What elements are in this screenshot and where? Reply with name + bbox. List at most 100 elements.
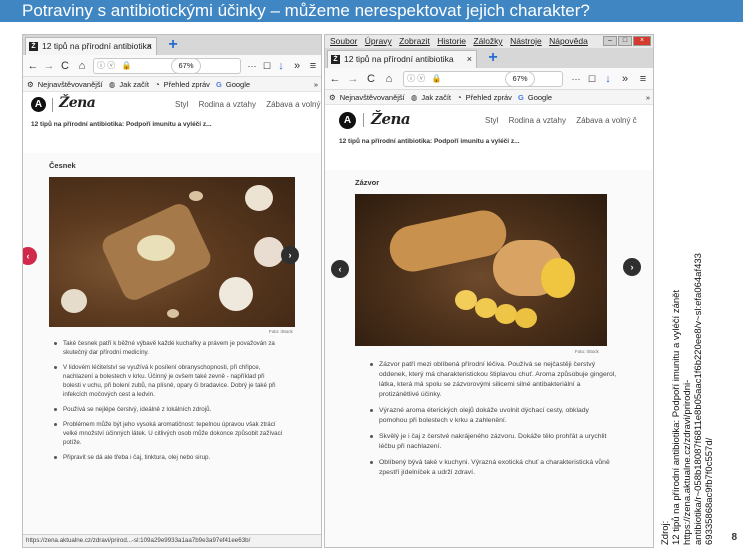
home-icon[interactable]: ⌂ [75, 58, 89, 74]
aktualne-logo[interactable]: A [31, 97, 46, 112]
gear-icon: ⚙ [329, 93, 336, 102]
list-item: Problémem může být jeho vysoká aromatičn… [53, 420, 283, 447]
menu-nastroje[interactable]: Nástroje [510, 35, 542, 48]
tab-favicon-icon: Ž [29, 42, 38, 51]
lock-icon: 🔒 [431, 74, 442, 83]
nav-rodina[interactable]: Rodina a vztahy [199, 100, 256, 109]
nav-zabava[interactable]: Zábava a volný č [576, 116, 636, 125]
pocket-icon[interactable]: ☐ [261, 58, 273, 74]
bookmark-google[interactable]: Google [226, 80, 250, 89]
nav-rodina[interactable]: Rodina a vztahy [509, 116, 566, 125]
navigation-bar: ← → C ⌂ ⓘ ⓥ 🔒 67% ··· ☐ ↓ » ≡ [325, 68, 653, 90]
garlic-bulb [219, 277, 253, 311]
aktualne-logo[interactable]: A [339, 112, 356, 129]
list-item: Oblíbený bývá také v kuchyni. Výrazná ex… [369, 458, 617, 478]
pocket-icon[interactable]: ☐ [586, 71, 598, 87]
ginger-slice [515, 308, 537, 328]
address-bar[interactable]: ⓘ ⓥ 🔒 [403, 71, 563, 87]
gallery-item-title: Zázvor [355, 178, 380, 187]
rss-icon: ◔ [457, 93, 462, 102]
download-icon[interactable]: ↓ [275, 58, 287, 74]
zena-logo[interactable]: Žena [59, 95, 96, 111]
new-tab-button[interactable]: + [163, 35, 183, 55]
menu-bar: Soubor Úpravy Zobrazit Historie Záložky … [325, 35, 653, 48]
site-header: A Žena Styl Rodina a vztahy Zábava a vol… [23, 92, 321, 118]
gallery-item-title: Česnek [49, 161, 76, 170]
menu-soubor[interactable]: Soubor [330, 35, 357, 48]
bookmark-most-visited[interactable]: Nejnavštěvovanější [38, 80, 103, 89]
zoom-level[interactable]: 67% [171, 58, 201, 74]
tab-close-icon[interactable]: × [147, 38, 152, 55]
tab-label: 12 tipů na přírodní antibiotika [344, 54, 454, 64]
back-icon[interactable]: ← [328, 71, 342, 87]
ginger-slice [495, 304, 517, 324]
menu-icon[interactable]: ≡ [307, 58, 319, 74]
bookmark-getting-started[interactable]: Jak začít [119, 80, 149, 89]
source-line: 69335868ac9fb7f0c557d/ [704, 437, 715, 545]
article-breadcrumb[interactable]: 12 tipů na přírodní antibiotika: Podpoří… [325, 135, 653, 149]
zoom-level[interactable]: 67% [505, 71, 535, 87]
browser-screenshot-ginger: Soubor Úpravy Zobrazit Historie Záložky … [324, 34, 654, 548]
bookmark-news[interactable]: Přehled zpráv [466, 93, 512, 102]
overflow-icon[interactable]: » [619, 71, 631, 87]
minimize-button[interactable]: – [603, 36, 617, 46]
menu-upravy[interactable]: Úpravy [365, 35, 392, 48]
source-citation: Zdroj: 12 tipů na přírodní antibiotika: … [660, 253, 715, 545]
reload-icon[interactable]: C [59, 58, 71, 74]
browser-tab[interactable]: Ž 12 tipů na přírodní antibiotika × [25, 37, 157, 55]
slide-title: Potraviny s antibiotickými účinky – může… [0, 0, 743, 22]
tab-close-icon[interactable]: × [467, 51, 472, 68]
gallery-next-button[interactable]: › [623, 258, 641, 276]
site-header: A Žena Styl Rodina a vztahy Zábava a vol… [325, 105, 653, 135]
gallery-prev-button[interactable]: ‹ [331, 260, 349, 278]
garlic-clove [167, 309, 179, 318]
bookmark-most-visited[interactable]: Nejnavštěvovanější [340, 93, 405, 102]
nav-styl[interactable]: Styl [175, 100, 188, 109]
new-tab-button[interactable]: + [483, 48, 503, 68]
page-actions-icon[interactable]: ··· [569, 71, 583, 87]
bullet-list: Zázvor patří mezi oblíbená přírodní léči… [369, 360, 617, 484]
forward-icon[interactable]: → [42, 58, 56, 74]
gallery-area: Česnek ‹ › Foto: iStock Také česnek patř… [23, 153, 321, 536]
zena-logo[interactable]: Žena [371, 110, 411, 128]
overflow-icon[interactable]: » [291, 58, 303, 74]
tab-label: 12 tipů na přírodní antibiotika [42, 41, 152, 51]
gallery-next-button[interactable]: › [281, 246, 299, 264]
forward-icon[interactable]: → [346, 71, 360, 87]
menu-icon[interactable]: ≡ [637, 71, 649, 87]
maximize-button[interactable]: □ [618, 36, 632, 46]
window-controls: – □ × [603, 36, 651, 47]
nav-styl[interactable]: Styl [485, 116, 498, 125]
source-line: https://zena.aktualne.cz/zdravi/prirodni… [682, 379, 693, 545]
menu-historie[interactable]: Historie [437, 35, 466, 48]
bookmark-google[interactable]: Google [528, 93, 552, 102]
site-info-icon[interactable]: ⓘ ⓥ [407, 74, 425, 83]
ginger-root [385, 206, 511, 276]
bookmark-getting-started[interactable]: Jak začít [421, 93, 451, 102]
photo-credit: Foto: iStock [575, 349, 599, 354]
slide: Potraviny s antibiotickými účinky – může… [0, 0, 743, 550]
google-icon: G [518, 93, 524, 102]
back-icon[interactable]: ← [26, 58, 40, 74]
garlic-bulb [254, 237, 284, 267]
bookmarks-overflow-icon[interactable]: » [646, 90, 650, 104]
ginger-slice [455, 290, 477, 310]
download-icon[interactable]: ↓ [602, 71, 614, 87]
browser-tab[interactable]: Ž 12 tipů na přírodní antibiotika × [327, 50, 477, 68]
menu-napoveda[interactable]: Nápověda [549, 35, 588, 48]
address-bar[interactable]: ⓘ ⓥ 🔒 [93, 58, 241, 74]
gallery-prev-button[interactable]: ‹ [23, 247, 37, 265]
page-actions-icon[interactable]: ··· [245, 58, 259, 74]
close-window-button[interactable]: × [633, 36, 651, 46]
menu-zalozky[interactable]: Záložky [473, 35, 502, 48]
article-breadcrumb[interactable]: 12 tipů na přírodní antibiotika: Podpoří… [23, 118, 321, 132]
site-info-icon[interactable]: ⓘ ⓥ [97, 61, 115, 70]
home-icon[interactable]: ⌂ [382, 71, 396, 87]
bookmark-news[interactable]: Přehled zpráv [164, 80, 210, 89]
list-item: Skvělý je i čaj z čerstvé nakrájeného zá… [369, 432, 617, 452]
menu-zobrazit[interactable]: Zobrazit [399, 35, 430, 48]
google-icon: G [216, 80, 222, 89]
nav-zabava[interactable]: Zábava a volný č [266, 100, 321, 109]
bookmarks-overflow-icon[interactable]: » [314, 77, 318, 91]
reload-icon[interactable]: C [365, 71, 377, 87]
